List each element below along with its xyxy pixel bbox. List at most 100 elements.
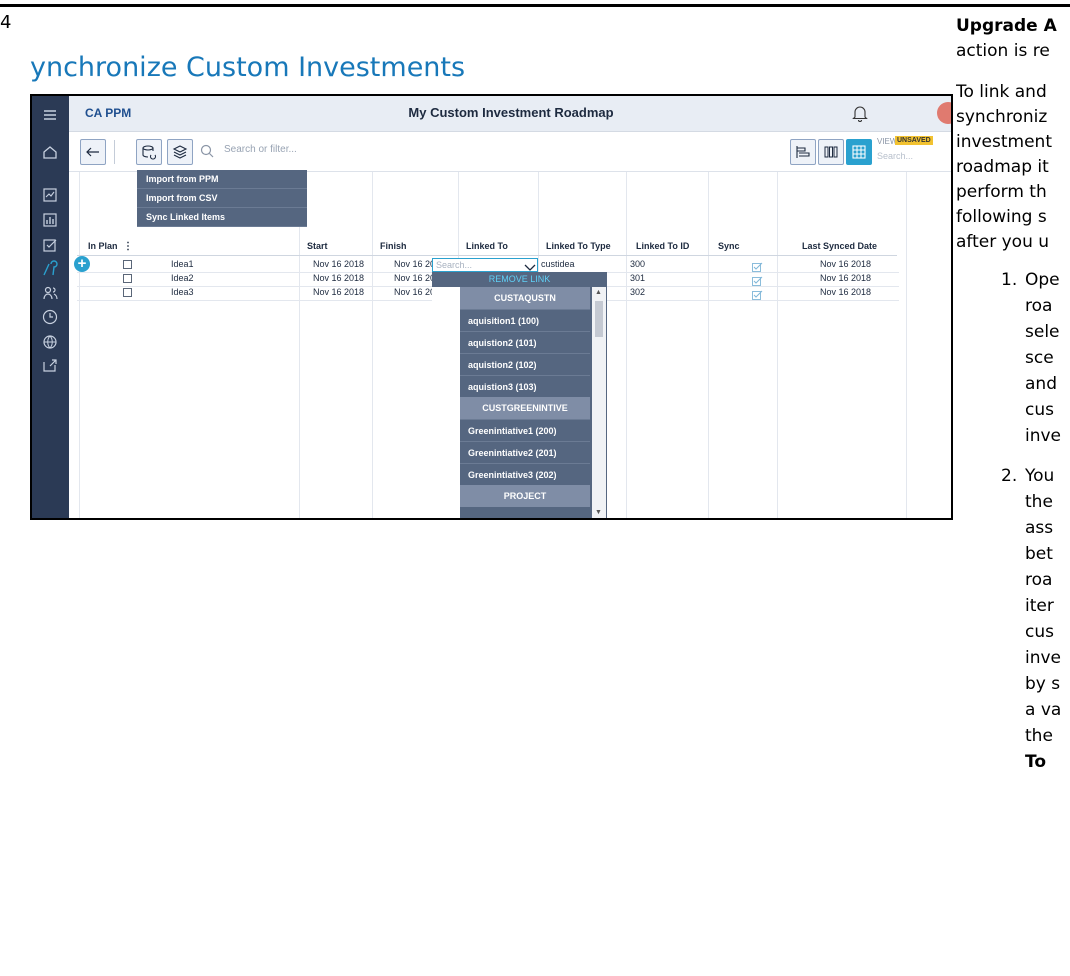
left-nav bbox=[32, 96, 69, 518]
list-item-line: inve bbox=[1025, 648, 1062, 668]
column-header-finish[interactable]: Finish bbox=[380, 241, 407, 251]
avatar[interactable] bbox=[937, 102, 951, 124]
layers-button[interactable] bbox=[167, 139, 193, 165]
row-name: Idea3 bbox=[171, 287, 194, 297]
dropdown-option[interactable]: Greenintiative3 (202) bbox=[460, 463, 590, 485]
column-header-linked-to-id[interactable]: Linked To ID bbox=[636, 241, 689, 251]
in-plan-checkbox[interactable] bbox=[123, 288, 132, 297]
side-para-line: investment bbox=[956, 132, 1052, 152]
list-item-line: You bbox=[1025, 466, 1055, 486]
linked-to-search[interactable]: Search... bbox=[436, 260, 472, 270]
list-item-line: inve bbox=[1025, 426, 1062, 446]
list-item-line: sele bbox=[1025, 322, 1060, 342]
side-para-line: synchroniz bbox=[956, 107, 1048, 127]
dropdown-option[interactable]: aquistion2 (102) bbox=[460, 353, 590, 375]
column-divider bbox=[906, 172, 907, 518]
in-plan-checkbox[interactable] bbox=[123, 260, 132, 269]
dropdown-option[interactable]: aquisition1 (100) bbox=[460, 309, 590, 331]
toolbar-divider bbox=[114, 140, 115, 164]
home-icon[interactable] bbox=[41, 143, 59, 161]
dropdown-group-label: PROJECT bbox=[460, 485, 590, 507]
row-name: Idea2 bbox=[171, 273, 194, 283]
list-item-line: sce bbox=[1025, 348, 1054, 368]
scroll-thumb[interactable] bbox=[595, 301, 603, 337]
grid-view-button[interactable] bbox=[846, 139, 872, 165]
remove-link-option[interactable]: REMOVE LINK bbox=[432, 272, 607, 287]
dropdown-option[interactable]: aquistion2 (101) bbox=[460, 331, 590, 353]
tasks-icon[interactable] bbox=[41, 236, 59, 254]
row-start: Nov 16 2018 bbox=[313, 273, 365, 283]
bell-icon[interactable] bbox=[852, 104, 868, 122]
column-divider bbox=[708, 172, 709, 518]
row-linked-id: 302 bbox=[630, 287, 646, 297]
menu-item-import-ppm[interactable]: Import from PPM bbox=[137, 170, 307, 189]
scroll-down-icon[interactable]: ▼ bbox=[595, 509, 602, 516]
dropdown-group-label: CUSTAQUSTN bbox=[460, 287, 590, 309]
app-header: CA PPM My Custom Investment Roadmap bbox=[69, 96, 951, 132]
sync-check-icon[interactable] bbox=[752, 260, 763, 272]
dropdown-option[interactable]: aquistion3 (103) bbox=[460, 375, 590, 397]
list-item-line: and bbox=[1025, 374, 1057, 394]
dropdown-scrollbar[interactable]: ▲ ▼ bbox=[592, 287, 606, 518]
menu-item-sync-linked[interactable]: Sync Linked Items bbox=[137, 208, 307, 227]
roadmap-icon[interactable] bbox=[41, 260, 59, 278]
unsaved-badge: UNSAVED bbox=[895, 136, 933, 145]
row-start: Nov 16 2018 bbox=[313, 287, 365, 297]
dropdown-option[interactable]: Greenintiative2 (201) bbox=[460, 441, 590, 463]
scroll-up-icon[interactable]: ▲ bbox=[595, 289, 602, 296]
side-line: action is re bbox=[956, 41, 1050, 61]
top-rule bbox=[0, 4, 1070, 7]
column-header-sync[interactable]: Sync bbox=[718, 241, 740, 251]
column-divider bbox=[79, 172, 80, 518]
dropdown-group-label: CUSTGREENINTIVE bbox=[460, 397, 590, 419]
column-header-in-plan[interactable]: In Plan bbox=[88, 241, 118, 251]
board-view-button[interactable] bbox=[818, 139, 844, 165]
search-input[interactable]: Search or filter... bbox=[224, 144, 297, 155]
dropdown-option[interactable]: Greenintiative1 (200) bbox=[460, 419, 590, 441]
list-item-line: the bbox=[1025, 726, 1053, 746]
side-heading: Upgrade A bbox=[956, 16, 1057, 36]
dashboard-icon[interactable] bbox=[41, 186, 59, 204]
list-number: 1. bbox=[1001, 270, 1018, 290]
side-text: Upgrade A action is re To link and synch… bbox=[956, 0, 1070, 976]
view-search-input[interactable]: Search... bbox=[877, 151, 913, 161]
import-menu: Import from PPM Import from CSV Sync Lin… bbox=[137, 170, 307, 227]
linked-to-dropdown: REMOVE LINK CUSTAQUSTN aquisition1 (100)… bbox=[432, 272, 607, 518]
in-plan-checkbox[interactable] bbox=[123, 274, 132, 283]
menu-item-import-csv[interactable]: Import from CSV bbox=[137, 189, 307, 208]
column-header-linked-to[interactable]: Linked To bbox=[466, 241, 508, 251]
people-icon[interactable] bbox=[41, 284, 59, 302]
row-name: Idea1 bbox=[171, 259, 194, 269]
row-start: Nov 16 2018 bbox=[313, 259, 365, 269]
globe-icon[interactable] bbox=[41, 332, 59, 350]
back-button[interactable] bbox=[80, 139, 106, 165]
import-button[interactable] bbox=[136, 139, 162, 165]
export-icon[interactable] bbox=[41, 356, 59, 374]
side-para-line: following s bbox=[956, 207, 1047, 227]
add-row-button[interactable]: + bbox=[74, 256, 90, 272]
list-item-line: To bbox=[1025, 752, 1047, 772]
list-item-line: bet bbox=[1025, 544, 1053, 564]
list-number: 2. bbox=[1001, 466, 1018, 486]
timeline-view-button[interactable] bbox=[790, 139, 816, 165]
chevron-down-icon[interactable] bbox=[524, 260, 536, 271]
column-header-last-synced[interactable]: Last Synced Date bbox=[802, 241, 877, 251]
app-screenshot: CA PPM My Custom Investment Roadmap Sear… bbox=[30, 94, 953, 520]
list-item-line: by s bbox=[1025, 674, 1061, 694]
sync-check-icon[interactable] bbox=[752, 274, 763, 286]
header-divider bbox=[77, 255, 897, 256]
chart-icon[interactable] bbox=[41, 211, 59, 229]
list-item-line: a va bbox=[1025, 700, 1062, 720]
row-last-synced: Nov 16 2018 bbox=[820, 259, 872, 269]
column-menu-icon[interactable]: ⋮ bbox=[123, 241, 133, 252]
linked-to-select[interactable]: Search... bbox=[432, 258, 538, 272]
column-header-linked-to-type[interactable]: Linked To Type bbox=[546, 241, 611, 251]
page-title: ynchronize Custom Investments bbox=[30, 52, 466, 83]
menu-icon[interactable] bbox=[41, 106, 59, 124]
row-last-synced: Nov 16 2018 bbox=[820, 287, 872, 297]
clock-icon[interactable] bbox=[41, 308, 59, 326]
sync-check-icon[interactable] bbox=[752, 288, 763, 300]
list-item-line: ass bbox=[1025, 518, 1054, 538]
column-header-start[interactable]: Start bbox=[307, 241, 328, 251]
column-divider bbox=[777, 172, 778, 518]
